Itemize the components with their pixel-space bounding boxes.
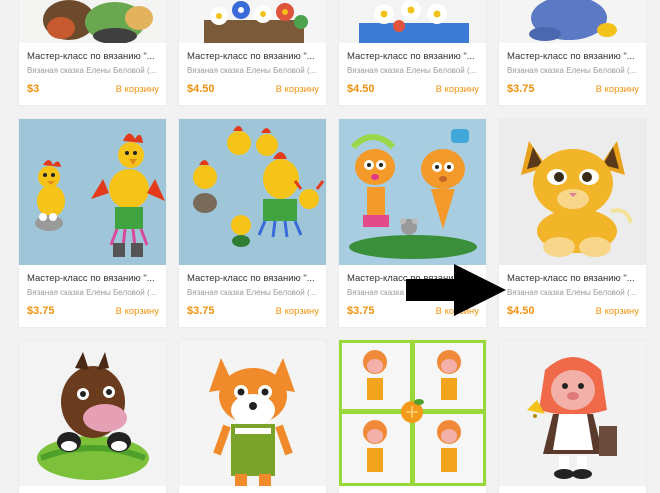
product-image[interactable] [499,119,646,265]
product-image[interactable] [179,119,326,265]
product-title[interactable]: Мастер-класс по вязанию "... [507,273,639,284]
seller-link[interactable]: Вязаная сказка Елены Беловой (... [507,66,639,75]
add-to-cart-button[interactable]: В корзину [276,84,319,95]
product-card[interactable]: Мастер-класс по вязанию "... Вязаная ска… [499,0,646,105]
product-price: $3.75 [187,305,215,317]
add-to-cart-button[interactable]: В корзину [596,306,639,317]
product-title[interactable]: Мастер-класс по вязанию "... [187,51,319,62]
product-price: $3.75 [27,305,55,317]
product-card[interactable]: Мастер-класс по вязанию "... Вязаная ска… [179,0,326,105]
add-to-cart-button[interactable]: В корзину [596,84,639,95]
product-image[interactable] [339,119,486,265]
product-price: $3.75 [507,83,535,95]
seller-link[interactable]: Вязаная сказка Елены Беловой (... [187,288,319,297]
add-to-cart-button[interactable]: В корзину [116,306,159,317]
add-to-cart-button[interactable]: В корзину [276,306,319,317]
product-image[interactable] [499,0,646,43]
seller-link[interactable]: Вязаная сказка Елены Беловой (... [187,66,319,75]
product-card[interactable]: Мастер-класс по вязанию "... Вязаная ска… [179,119,326,327]
product-image[interactable] [499,340,646,486]
product-card[interactable] [339,340,486,493]
product-image[interactable] [19,119,166,265]
product-price: $3.75 [347,305,375,317]
seller-link[interactable]: Вязаная сказка Елены Беловой (... [507,288,639,297]
product-card[interactable] [19,340,166,493]
product-image[interactable] [179,0,326,43]
product-title[interactable]: Мастер-класс по вязанию "... [187,273,319,284]
product-image[interactable] [339,340,486,486]
add-to-cart-button[interactable]: В корзину [436,84,479,95]
product-title[interactable]: Мастер-класс по вязанию "... [347,51,479,62]
product-title[interactable]: Мастер-класс по вязанию "... [27,51,159,62]
product-card[interactable]: Мастер-класс по вязанию "... Вязаная ска… [499,119,646,327]
product-title[interactable]: Мастер-класс по вязанию "... [27,273,159,284]
seller-link[interactable]: Вязаная сказка Елены Беловой (... [27,66,159,75]
product-price: $3 [27,83,40,95]
product-card[interactable] [499,340,646,493]
product-card[interactable]: Мастер-класс по вязанию "... Вязаная ска… [339,0,486,105]
product-price: $4.50 [507,305,535,317]
seller-link[interactable]: Вязаная сказка Елены Беловой (... [347,66,479,75]
seller-link[interactable]: Вязаная сказка Елены Беловой (... [27,288,159,297]
add-to-cart-button[interactable]: В корзину [116,84,159,95]
product-title[interactable]: Мастер-класс по вязанию "... [507,51,639,62]
product-price: $4.50 [187,83,215,95]
product-price: $4.50 [347,83,375,95]
product-image[interactable] [19,0,166,43]
product-card[interactable]: Мастер-класс по вязанию "... Вязаная ска… [19,0,166,105]
product-image[interactable] [339,0,486,43]
product-card[interactable]: Мастер-класс по вязанию "... Вязаная ска… [19,119,166,327]
arrow-right-icon [406,264,506,316]
product-image[interactable] [19,340,166,486]
product-card[interactable] [179,340,326,493]
product-image[interactable] [179,340,326,486]
